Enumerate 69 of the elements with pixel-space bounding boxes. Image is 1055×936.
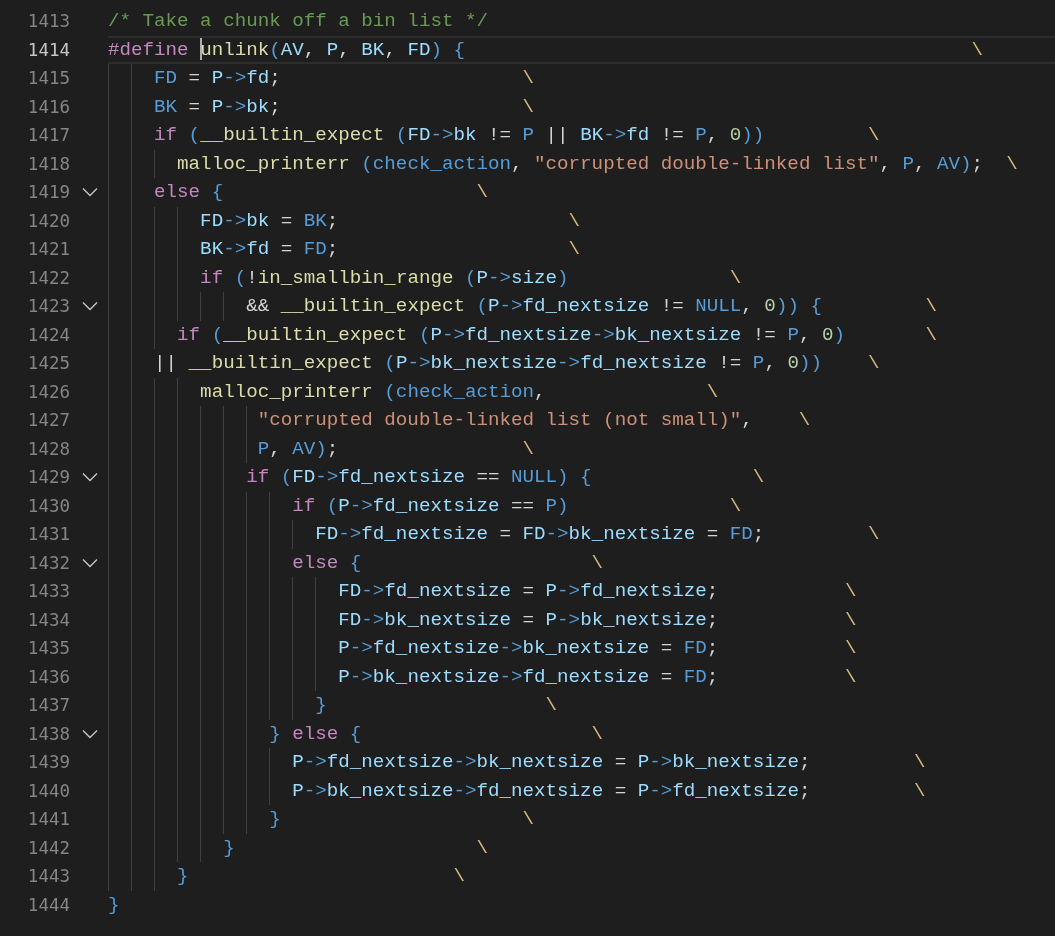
chevron-down-icon[interactable]	[82, 472, 98, 483]
code-line: || __builtin_expect (P->bk_nextsize->fd_nextsize != P, 0)) \	[153, 352, 880, 374]
line-number: 1440	[26, 779, 70, 803]
code-line: } else { \	[268, 722, 604, 745]
line-number: 1437	[26, 694, 70, 717]
line-number: 1414	[26, 38, 70, 62]
code-line: P, AV); \	[256, 437, 535, 460]
line-number: 1427	[26, 409, 70, 432]
code-line: FD->bk_nextsize = P->bk_nextsize; \	[337, 608, 857, 631]
line-number: 1415	[26, 67, 70, 90]
code-line: P->bk_nextsize->fd_nextsize = P->fd_nextsize; \	[291, 779, 926, 802]
code-line: if (!in_smallbin_range (P->size) \	[199, 266, 742, 289]
code-line: } \	[268, 808, 535, 830]
line-number: 1422	[26, 266, 70, 290]
line-number: 1439	[26, 751, 70, 774]
code-line: malloc_printerr (check_action, \	[199, 380, 719, 403]
code-line: P->fd_nextsize->bk_nextsize = P->bk_nextsize; \	[291, 751, 926, 773]
code-line: && __builtin_expect (P->fd_nextsize != NULL, 0)) { \	[245, 295, 938, 317]
code-line: if (FD->fd_nextsize == NULL) { \	[245, 466, 765, 488]
line-number: 1420	[26, 209, 70, 233]
code-line: BK = P->bk; \	[153, 95, 535, 118]
code-line: if (__builtin_expect (P->fd_nextsize->bk_nextsize != P, 0) \	[176, 323, 938, 346]
line-number: 1434	[26, 608, 70, 632]
line-number: 1426	[26, 380, 70, 404]
line-number: 1441	[26, 808, 70, 831]
code-line: FD->fd_nextsize = P->fd_nextsize; \	[337, 580, 857, 602]
chevron-down-icon[interactable]	[82, 728, 98, 739]
code-line: else { \	[153, 181, 488, 203]
line-number: 1424	[26, 323, 70, 347]
line-number: 1435	[26, 637, 70, 660]
code-line: "corrupted double-linked list (not small)", \	[256, 409, 811, 431]
line-number: 1418	[26, 152, 70, 176]
code-line: }	[108, 893, 120, 916]
line-number: 1436	[26, 665, 70, 689]
line-number: 1444	[26, 893, 70, 917]
line-number: 1433	[26, 580, 70, 603]
code-line: BK->fd = FD; \	[199, 238, 581, 260]
line-number: 1432	[26, 551, 70, 575]
code-line: } \	[314, 694, 558, 716]
line-number: 1423	[26, 295, 70, 318]
line-number: 1413	[26, 10, 70, 33]
code-line: P->bk_nextsize->fd_nextsize = FD; \	[337, 665, 857, 688]
code-line: } \	[176, 865, 465, 887]
chevron-down-icon[interactable]	[82, 557, 98, 568]
code-line: FD->bk = BK; \	[199, 209, 581, 232]
code-line: P->fd_nextsize->bk_nextsize = FD; \	[337, 637, 857, 659]
code-line: if (P->fd_nextsize == P) \	[291, 494, 742, 517]
code-line: FD->fd_nextsize = FD->bk_nextsize = FD; \	[314, 523, 880, 545]
line-number: 1431	[26, 523, 70, 546]
line-number: 1429	[26, 466, 70, 489]
line-number: 1443	[26, 865, 70, 888]
code-line: if (__builtin_expect (FD->bk != P || BK->fd != P, 0)) \	[153, 124, 880, 146]
line-number: 1425	[26, 352, 70, 375]
code-line: } \	[222, 836, 488, 859]
code-line: #define unlink(AV, P, BK, FD) { \	[108, 38, 984, 61]
line-number: 1438	[26, 722, 70, 746]
line-number: 1430	[26, 494, 70, 518]
code-line: /* Take a chunk off a bin list */	[108, 10, 488, 32]
line-number: 1421	[26, 238, 70, 261]
line-number: 1416	[26, 95, 70, 119]
line-number: 1428	[26, 437, 70, 461]
chevron-down-icon[interactable]	[82, 301, 98, 312]
line-number: 1419	[26, 181, 70, 204]
code-line: FD = P->fd; \	[153, 67, 535, 89]
code-line: else { \	[291, 551, 604, 574]
code-line: malloc_printerr (check_action, "corrupted double-linked list", P, AV); \	[176, 152, 1018, 175]
chevron-down-icon[interactable]	[82, 187, 98, 198]
line-number: 1442	[26, 836, 70, 860]
line-number: 1417	[26, 124, 70, 147]
